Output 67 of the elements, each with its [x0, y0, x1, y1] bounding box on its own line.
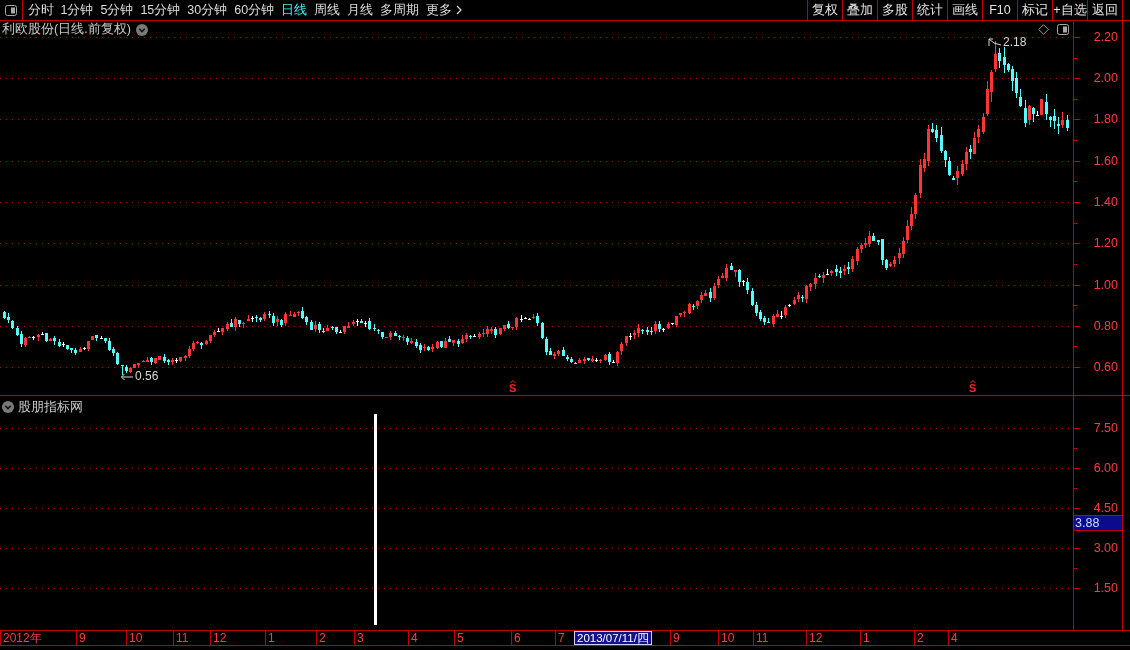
toolbar-button[interactable]: F10: [982, 0, 1017, 20]
axis-label: 1.50: [1093, 581, 1118, 595]
period-tab[interactable]: 日线: [277, 0, 311, 20]
current-value-label: 3.88: [1074, 515, 1122, 531]
toolbar-button[interactable]: 多股: [877, 0, 912, 20]
chart-title: 利欧股份(日线.前复权): [2, 21, 131, 39]
period-tab[interactable]: 5分钟: [96, 0, 137, 20]
period-tab[interactable]: 月线: [343, 0, 377, 20]
date-label: 5: [454, 631, 464, 645]
toolbar-button[interactable]: 统计: [912, 0, 947, 20]
date-label: 3: [354, 631, 364, 645]
toolbar-button[interactable]: 画线: [947, 0, 982, 20]
axis-label: 6.00: [1093, 461, 1118, 475]
toolbar-button[interactable]: 返回: [1087, 0, 1122, 20]
axis-label: 1.60: [1093, 154, 1118, 168]
date-label: 2012年: [0, 631, 42, 645]
date-label: 12: [806, 631, 823, 645]
date-label: 1: [265, 631, 275, 645]
date-label: 4: [948, 631, 958, 645]
date-label: 9: [76, 631, 86, 645]
axis-label: 1.20: [1093, 236, 1118, 250]
date-label: 11: [753, 631, 769, 645]
period-tab[interactable]: 多周期: [376, 0, 423, 20]
axis-label: 7.50: [1093, 421, 1118, 435]
chevron-down-icon[interactable]: [2, 401, 14, 414]
caret-up-icon: [509, 380, 516, 383]
caret-up-icon: [969, 380, 976, 383]
date-label: 10: [126, 631, 143, 645]
toolbar-button[interactable]: 叠加: [842, 0, 877, 20]
date-label: 11: [173, 631, 189, 645]
axis-label: 1.80: [1093, 112, 1118, 126]
date-label: 9: [670, 631, 680, 645]
axis-label: 4.50: [1093, 501, 1118, 515]
toolbar-button[interactable]: 复权: [807, 0, 842, 20]
period-tab[interactable]: 15分钟: [136, 0, 184, 20]
period-tab[interactable]: 60分钟: [230, 0, 278, 20]
signal-marker: S: [969, 383, 977, 393]
axis-label: 2.00: [1093, 71, 1118, 85]
signal-marker: S: [509, 383, 517, 393]
date-label: 10: [718, 631, 735, 645]
axis-label: 0.60: [1093, 360, 1118, 374]
date-label: 7: [555, 631, 565, 645]
axis-label: 3.00: [1093, 541, 1118, 555]
chevron-down-icon[interactable]: [135, 23, 148, 36]
axis-label: 1.40: [1093, 195, 1118, 209]
axis-label: 1.00: [1093, 278, 1118, 292]
period-tab[interactable]: 30分钟: [183, 0, 231, 20]
date-label: 6: [511, 631, 521, 645]
toolbar-button[interactable]: 标记: [1017, 0, 1052, 20]
more-button[interactable]: 更多: [422, 0, 466, 20]
axis-label: 0.80: [1093, 319, 1118, 333]
period-tab[interactable]: 分时: [24, 0, 57, 20]
indicator-title: 股朋指标网: [18, 399, 83, 416]
date-label: 12: [210, 631, 227, 645]
panel-toggle-icon[interactable]: [1057, 24, 1069, 35]
period-tab[interactable]: 周线: [310, 0, 344, 20]
panel-toggle-icon[interactable]: [5, 4, 17, 16]
chevron-right-icon[interactable]: [456, 5, 463, 15]
toolbar-button[interactable]: +自选: [1052, 0, 1087, 20]
date-label: 2: [316, 631, 326, 645]
date-label: 1: [860, 631, 870, 645]
date-label: 4: [408, 631, 418, 645]
date-label: 2: [914, 631, 924, 645]
diamond-icon[interactable]: [1038, 24, 1049, 35]
axis-label: 2.20: [1093, 30, 1118, 44]
cursor-date-label: 2013/07/11/四: [574, 631, 652, 645]
period-tab[interactable]: 1分钟: [57, 0, 97, 20]
